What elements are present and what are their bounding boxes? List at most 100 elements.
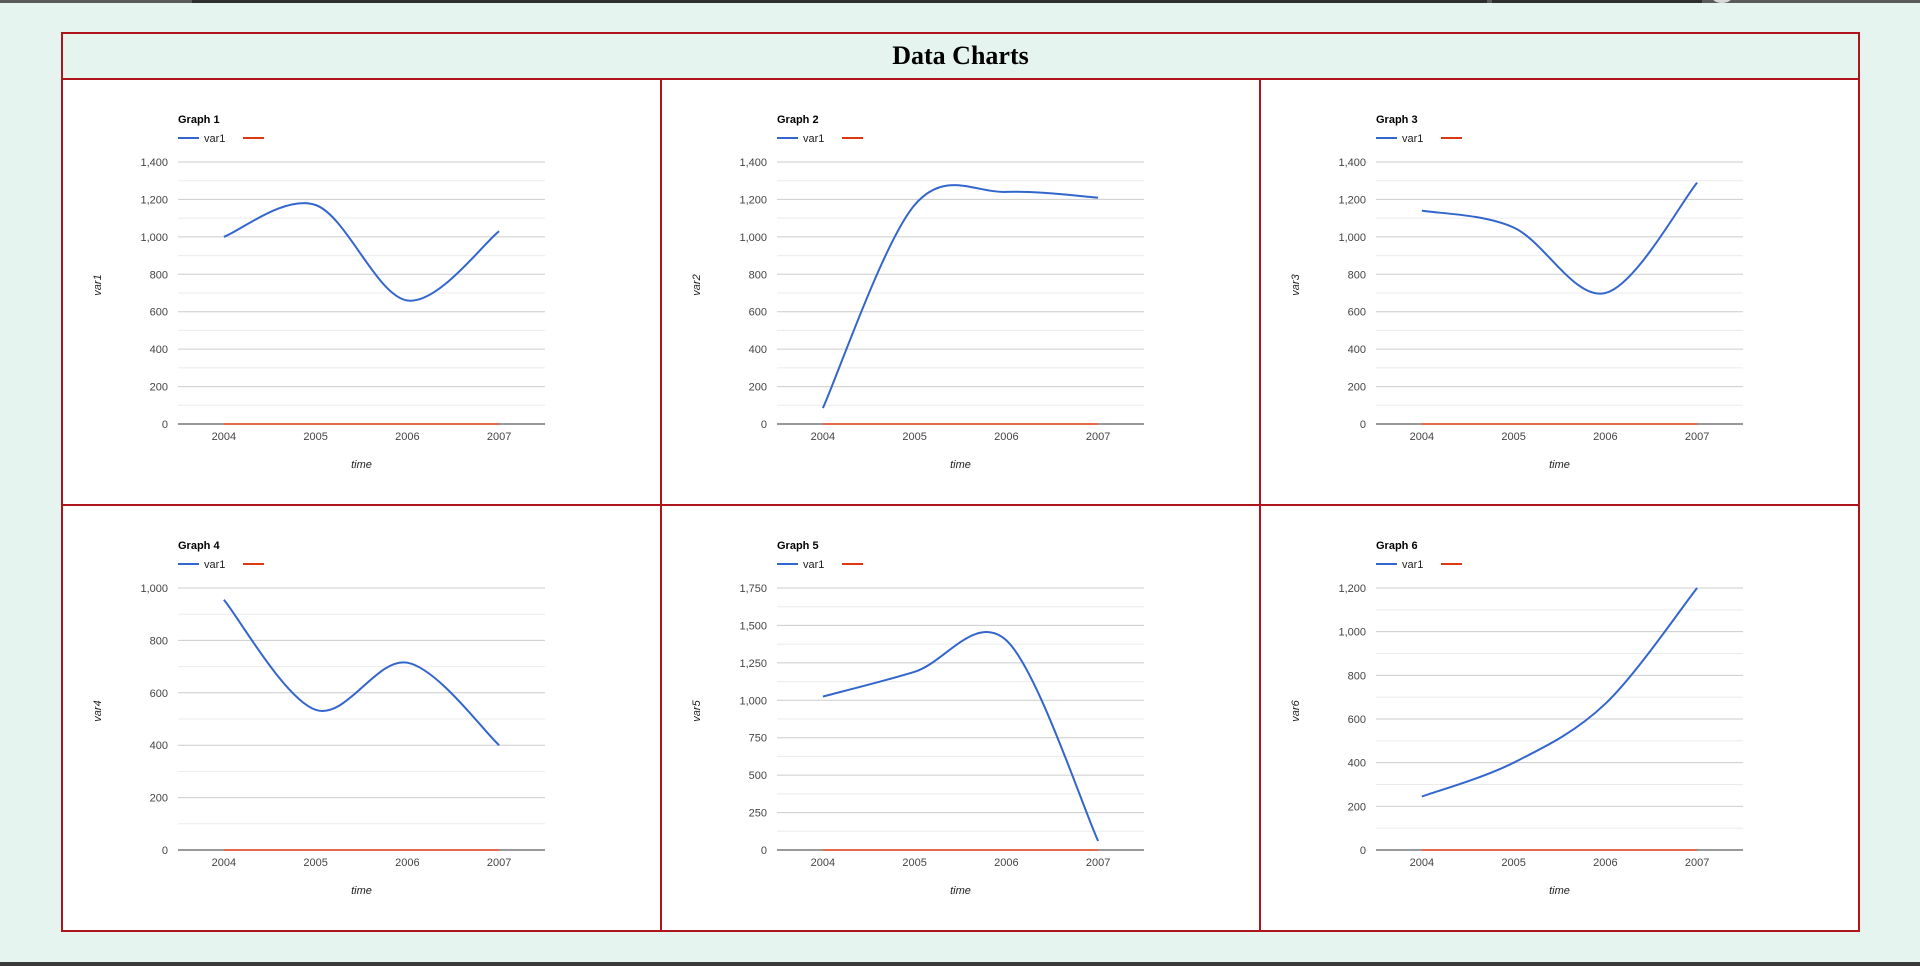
x-tick-label: 2007 xyxy=(1086,857,1110,869)
x-tick-label: 2005 xyxy=(1501,857,1525,869)
x-tick-label: 2006 xyxy=(1593,431,1617,443)
x-axis-title: time xyxy=(950,459,971,471)
x-tick-label: 2005 xyxy=(303,431,327,443)
x-tick-label: 2004 xyxy=(811,431,835,443)
legend-label-series-1: var1 xyxy=(1402,133,1423,145)
y-tick-label: 400 xyxy=(1348,758,1366,770)
y-tick-label: 1,000 xyxy=(1338,232,1366,244)
chart-cell-6: Graph 6 var1 0 200 400 600 800 1,000 1,200 2004 20… xyxy=(1259,504,1860,932)
chart-title: Graph 6 xyxy=(1376,540,1418,552)
chart-cell-3: Graph 3 var1 0 200 400 600 800 1,000 1,200 1,400 2… xyxy=(1259,78,1860,506)
y-tick-label: 1,200 xyxy=(739,194,767,206)
chart-title: Graph 3 xyxy=(1376,114,1418,126)
x-tick-label: 2005 xyxy=(902,431,926,443)
chart-title: Graph 1 xyxy=(178,114,220,126)
x-tick-label: 2004 xyxy=(811,857,835,869)
chart-cell-1: Graph 1 var1 0 200 400 600 800 1,000 1,200 1,400 2… xyxy=(61,78,662,506)
y-tick-label: 800 xyxy=(1348,670,1366,682)
x-tick-label: 2004 xyxy=(1410,431,1434,443)
y-tick-label: 0 xyxy=(162,419,168,431)
y-tick-label: 0 xyxy=(162,845,168,857)
chart-graph-4: Graph 4 var1 0 200 400 600 800 1,000 2004 2005 200… xyxy=(92,540,545,897)
y-tick-label: 1,000 xyxy=(739,232,767,244)
x-tick-label: 2007 xyxy=(1685,857,1709,869)
y-tick-label: 600 xyxy=(150,688,168,700)
y-tick-label: 250 xyxy=(749,808,767,820)
window-bottom-bar xyxy=(0,962,1920,966)
y-tick-label: 1,400 xyxy=(739,157,767,169)
y-tick-label: 1,200 xyxy=(140,194,168,206)
charts-table: Data Charts Graph 1 var1 0 200 400 600 800 1,00… xyxy=(61,32,1860,932)
chart-graph-2: Graph 2 var1 0 200 400 600 800 1,000 1,200 1,400 2… xyxy=(691,114,1144,471)
x-tick-label: 2007 xyxy=(487,431,511,443)
profile-icon xyxy=(1712,0,1732,3)
x-tick-label: 2007 xyxy=(1685,431,1709,443)
y-tick-label: 0 xyxy=(1360,419,1366,431)
chart-title: Graph 2 xyxy=(777,114,819,126)
y-tick-label: 800 xyxy=(150,635,168,647)
y-tick-label: 600 xyxy=(150,307,168,319)
x-axis-title: time xyxy=(351,885,372,897)
legend-label-series-1: var1 xyxy=(204,133,225,145)
x-tick-label: 2006 xyxy=(1593,857,1617,869)
x-tick-label: 2004 xyxy=(212,857,236,869)
y-tick-label: 1,000 xyxy=(739,695,767,707)
chart-cell-2: Graph 2 var1 0 200 400 600 800 1,000 1,200 1,400 2… xyxy=(660,78,1261,506)
y-tick-label: 200 xyxy=(150,793,168,805)
y-tick-label: 1,400 xyxy=(140,157,168,169)
chart-cell-5: Graph 5 var1 0 250 500 750 1,000 1,250 1,500 1,75… xyxy=(660,504,1261,932)
y-tick-label: 800 xyxy=(150,269,168,281)
address-bar xyxy=(192,0,1487,3)
y-tick-label: 400 xyxy=(150,740,168,752)
x-tick-label: 2006 xyxy=(395,431,419,443)
search-bar xyxy=(1492,0,1702,3)
x-tick-label: 2004 xyxy=(1410,857,1434,869)
x-axis-title: time xyxy=(351,459,372,471)
y-tick-label: 600 xyxy=(1348,307,1366,319)
y-axis-title: var4 xyxy=(92,700,104,721)
x-tick-label: 2005 xyxy=(303,857,327,869)
y-tick-label: 1,500 xyxy=(739,620,767,632)
y-tick-label: 0 xyxy=(761,419,767,431)
window-top-bar xyxy=(0,0,1920,3)
y-tick-label: 400 xyxy=(1348,344,1366,356)
x-axis-title: time xyxy=(1549,459,1570,471)
chart-title: Graph 5 xyxy=(777,540,819,552)
y-tick-label: 600 xyxy=(1348,714,1366,726)
y-tick-label: 200 xyxy=(749,382,767,394)
y-tick-label: 1,200 xyxy=(1338,583,1366,595)
x-tick-label: 2006 xyxy=(395,857,419,869)
x-tick-label: 2006 xyxy=(994,857,1018,869)
y-axis-title: var3 xyxy=(1290,273,1302,295)
chart-cell-4: Graph 4 var1 0 200 400 600 800 1,000 2004 2005 200… xyxy=(61,504,662,932)
y-tick-label: 200 xyxy=(1348,801,1366,813)
y-tick-label: 400 xyxy=(150,344,168,356)
y-tick-label: 600 xyxy=(749,307,767,319)
legend-label-series-1: var1 xyxy=(803,133,824,145)
legend-label-series-1: var1 xyxy=(803,559,824,571)
y-tick-label: 400 xyxy=(749,344,767,356)
y-tick-label: 500 xyxy=(749,770,767,782)
legend-label-series-1: var1 xyxy=(204,559,225,571)
x-axis-title: time xyxy=(950,885,971,897)
y-tick-label: 1,250 xyxy=(739,658,767,670)
y-tick-label: 1,200 xyxy=(1338,194,1366,206)
x-tick-label: 2007 xyxy=(487,857,511,869)
y-tick-label: 750 xyxy=(749,733,767,745)
y-tick-label: 0 xyxy=(761,845,767,857)
y-tick-label: 800 xyxy=(749,269,767,281)
x-tick-label: 2004 xyxy=(212,431,236,443)
x-tick-label: 2006 xyxy=(994,431,1018,443)
chart-graph-6: Graph 6 var1 0 200 400 600 800 1,000 1,200 2004 20… xyxy=(1290,540,1743,897)
chart-graph-5: Graph 5 var1 0 250 500 750 1,000 1,250 1,500 1,75… xyxy=(691,540,1144,897)
y-tick-label: 1,750 xyxy=(739,583,767,595)
chart-title: Graph 4 xyxy=(178,540,220,552)
y-tick-label: 200 xyxy=(150,382,168,394)
x-tick-label: 2005 xyxy=(902,857,926,869)
y-tick-label: 1,400 xyxy=(1338,157,1366,169)
y-axis-title: var5 xyxy=(691,699,703,721)
page-title: Data Charts xyxy=(61,32,1860,80)
y-tick-label: 1,000 xyxy=(140,232,168,244)
series-1-line xyxy=(1421,587,1698,798)
y-tick-label: 1,000 xyxy=(140,583,168,595)
